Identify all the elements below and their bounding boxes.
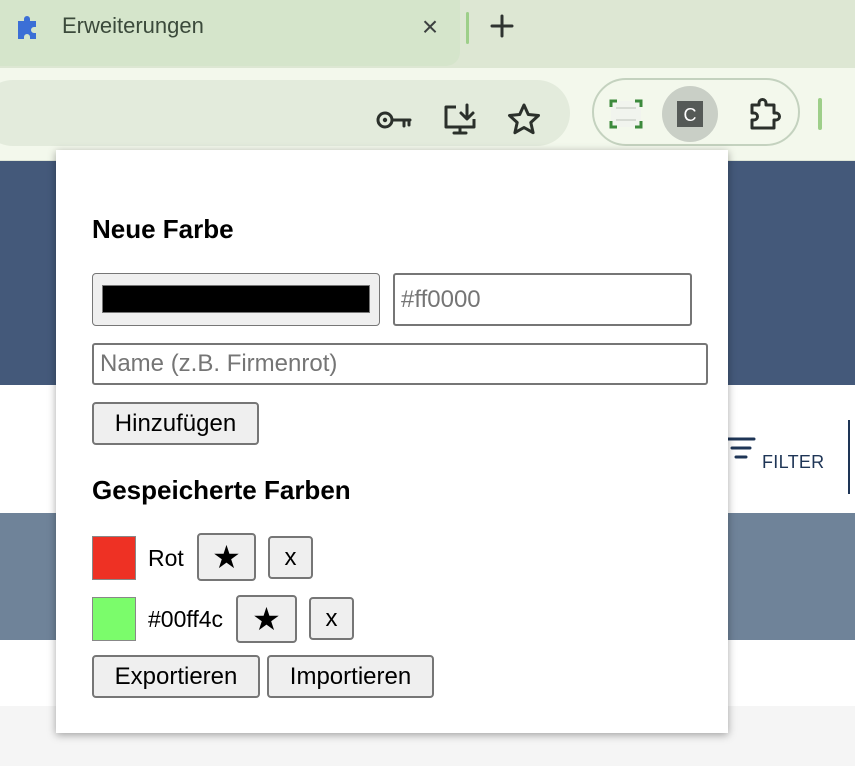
color-label: #00ff4c bbox=[148, 606, 224, 632]
color-picker-input[interactable] bbox=[92, 273, 380, 326]
filter-icon[interactable] bbox=[726, 436, 758, 464]
color-swatch bbox=[92, 536, 136, 580]
color-name-input[interactable] bbox=[92, 343, 708, 385]
color-extension-letter: C bbox=[684, 105, 697, 125]
tab-strip: Erweiterungen × bbox=[0, 0, 855, 68]
hex-input[interactable] bbox=[393, 273, 692, 326]
favorite-star-button[interactable]: ★ bbox=[197, 533, 256, 581]
color-picker-swatch bbox=[102, 285, 370, 313]
tab-title: Erweiterungen bbox=[62, 13, 204, 38]
screenshot-extension-icon[interactable] bbox=[598, 86, 654, 142]
favorite-star-button[interactable]: ★ bbox=[236, 595, 297, 643]
color-label: Rot bbox=[148, 545, 184, 571]
add-color-button[interactable]: Hinzufügen bbox=[92, 402, 259, 445]
page-divider bbox=[848, 420, 850, 494]
filter-label[interactable]: FILTER bbox=[762, 452, 824, 473]
tab-close-icon[interactable]: × bbox=[416, 11, 444, 43]
import-button[interactable]: Importieren bbox=[267, 655, 434, 698]
extensions-puzzle-icon[interactable] bbox=[738, 86, 794, 142]
color-extension-icon[interactable]: C bbox=[662, 86, 718, 142]
tab-divider bbox=[466, 12, 469, 44]
extensions-group: C bbox=[592, 78, 800, 146]
extension-popup: Neue Farbe Hinzufügen Gespeicherte Farbe… bbox=[56, 150, 728, 733]
color-swatch bbox=[92, 597, 136, 641]
plus-icon[interactable] bbox=[486, 10, 518, 42]
bookmark-star-icon[interactable] bbox=[504, 100, 544, 140]
delete-color-button[interactable]: x bbox=[268, 536, 313, 579]
delete-color-button[interactable]: x bbox=[309, 597, 354, 640]
export-button[interactable]: Exportieren bbox=[92, 655, 260, 698]
install-app-icon[interactable] bbox=[440, 100, 480, 140]
toolbar-divider bbox=[818, 98, 822, 130]
saved-colors-heading: Gespeicherte Farben bbox=[92, 475, 351, 505]
address-bar[interactable] bbox=[0, 80, 570, 146]
key-icon[interactable] bbox=[374, 100, 414, 140]
puzzle-piece-icon bbox=[14, 12, 44, 42]
tab-extensions[interactable]: Erweiterungen × bbox=[0, 0, 460, 66]
browser-toolbar: C bbox=[0, 68, 855, 161]
new-color-heading: Neue Farbe bbox=[92, 214, 234, 244]
